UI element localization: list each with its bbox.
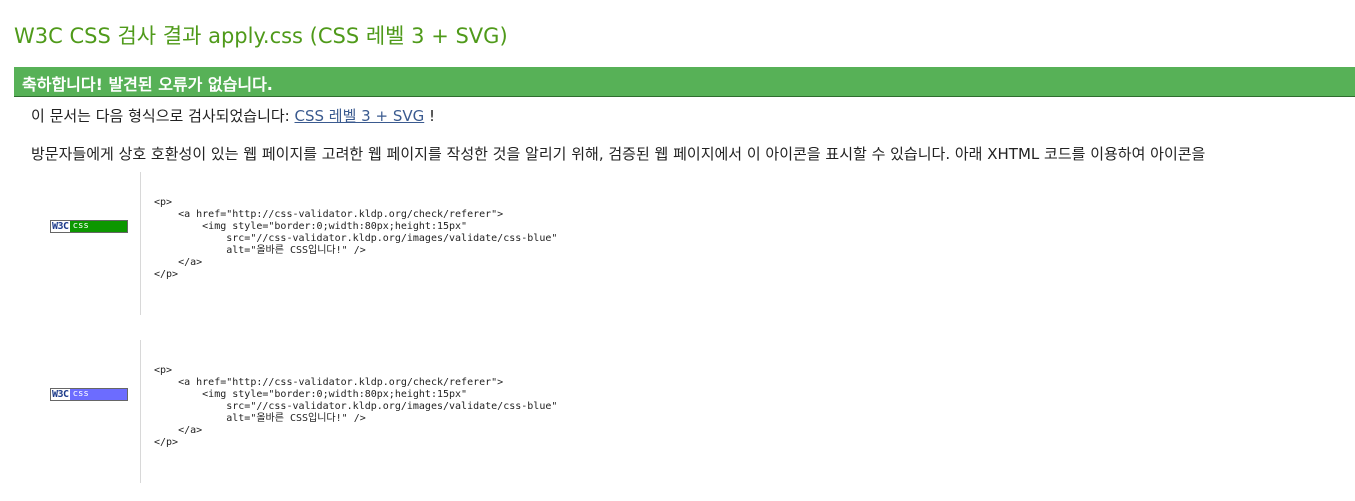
w3c-css-badge-icon[interactable]: W3C css <box>50 388 128 401</box>
badge-cell: W3C css <box>14 172 140 315</box>
profile-link[interactable]: CSS 레벨 3 + SVG <box>295 107 425 125</box>
profile-suffix: ! <box>429 107 436 125</box>
divider <box>140 172 141 315</box>
success-banner: 축하합니다! 발견된 오류가 없습니다. <box>14 67 1355 97</box>
badge-w3c-label: W3C <box>51 389 70 400</box>
page-title: W3C CSS 검사 결과 apply.css (CSS 레벨 3 + SVG) <box>14 24 508 48</box>
badge-code-snippet: <p> <a href="http://css-validator.kldp.o… <box>154 197 558 280</box>
badge-css-label: css <box>69 221 127 232</box>
badge-w3c-label: W3C <box>51 221 70 232</box>
profile-prefix: 이 문서는 다음 형식으로 검사되었습니다: <box>31 107 290 125</box>
profile-info: 이 문서는 다음 형식으로 검사되었습니다: CSS 레벨 3 + SVG ! <box>31 105 435 126</box>
visitor-note: 방문자들에게 상호 호환성이 있는 웹 페이지를 고려한 웹 페이지를 작성한 … <box>31 145 1206 163</box>
badge-css-label: css <box>69 389 127 400</box>
badge-cell: W3C css <box>14 340 140 483</box>
success-message: 축하합니다! 발견된 오류가 없습니다. <box>22 75 273 94</box>
badge-row: W3C css <p> <a href="http://css-validato… <box>14 172 1214 315</box>
divider <box>140 340 141 483</box>
badge-row: W3C css <p> <a href="http://css-validato… <box>14 340 1214 483</box>
w3c-css-badge-icon[interactable]: W3C css <box>50 220 128 233</box>
badge-code-snippet: <p> <a href="http://css-validator.kldp.o… <box>154 365 558 448</box>
